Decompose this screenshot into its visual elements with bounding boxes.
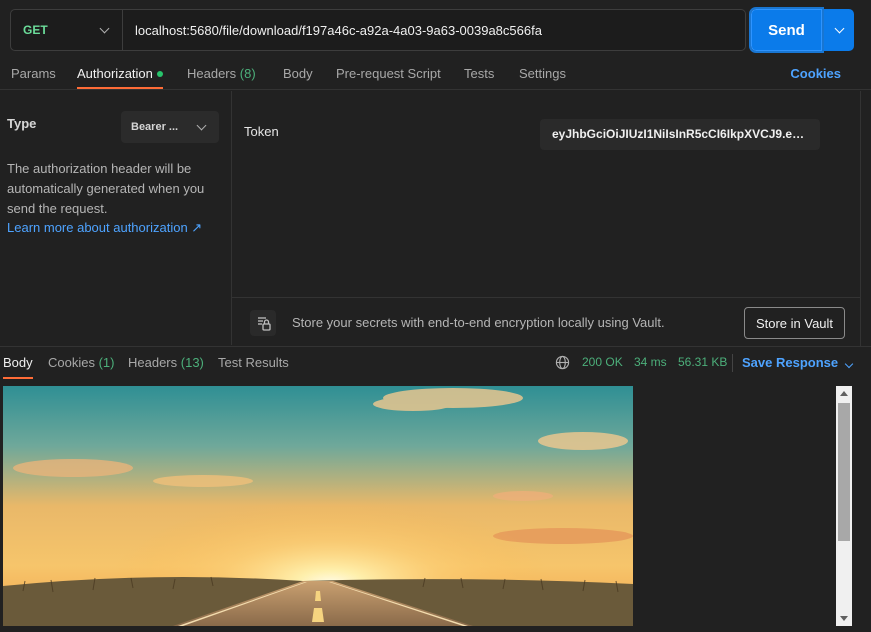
request-tabs: Params Authorization Headers (8) Body Pr… <box>0 58 871 90</box>
chevron-down-icon <box>196 120 207 130</box>
tab-response-headers-label: Headers <box>128 355 178 370</box>
response-tabs: Body Cookies (1) Headers (13) Test Resul… <box>0 346 871 379</box>
vault-banner: Store your secrets with end-to-end encry… <box>232 297 860 346</box>
chevron-down-icon <box>844 359 854 369</box>
cookies-count: (1) <box>98 355 115 370</box>
send-options-button[interactable] <box>824 9 854 51</box>
response-headers-count: (13) <box>180 355 204 370</box>
type-label: Type <box>7 116 37 131</box>
send-group: Send <box>749 7 854 53</box>
divider <box>732 354 733 372</box>
tab-response-body[interactable]: Body <box>3 355 33 370</box>
save-response-label: Save Response <box>742 355 839 370</box>
tab-settings[interactable]: Settings <box>519 66 566 81</box>
scroll-up-icon[interactable] <box>840 391 848 396</box>
token-input[interactable]: eyJhbGciOiJIUzI1NiIsInR5cCI6IkpXVCJ9.eyJ… <box>540 119 820 150</box>
method-label: GET <box>23 23 48 37</box>
tab-authorization-label: Authorization <box>77 66 153 81</box>
auth-type-select[interactable]: Bearer ... <box>121 111 219 143</box>
headers-count: (8) <box>239 66 256 81</box>
response-time[interactable]: 34 ms <box>634 355 667 369</box>
auth-type-pane: Type Bearer ... The authorization header… <box>0 91 232 345</box>
tab-test-results[interactable]: Test Results <box>218 355 289 370</box>
store-in-vault-button[interactable]: Store in Vault <box>744 307 845 339</box>
chevron-down-icon <box>99 23 110 33</box>
tab-authorization[interactable]: Authorization <box>77 66 163 81</box>
tab-pre-request-script[interactable]: Pre-request Script <box>336 66 441 81</box>
vault-message: Store your secrets with end-to-end encry… <box>292 315 665 330</box>
tab-tests[interactable]: Tests <box>464 66 494 81</box>
auth-description: The authorization header will be automat… <box>7 161 205 216</box>
active-response-tab-indicator <box>3 377 33 379</box>
sunset-road-image <box>3 386 633 626</box>
request-url-bar: GET <box>10 9 746 51</box>
learn-more-link[interactable]: Learn more about authorization ↗ <box>7 220 202 236</box>
scroll-thumb[interactable] <box>838 403 850 541</box>
vault-icon <box>250 310 276 336</box>
tab-headers-label: Headers <box>187 66 237 81</box>
active-dot-icon <box>156 70 163 77</box>
tab-body[interactable]: Body <box>283 66 313 81</box>
method-select[interactable]: GET <box>11 10 123 50</box>
scroll-down-icon[interactable] <box>840 616 848 621</box>
save-response-button[interactable]: Save Response <box>742 355 854 370</box>
pane-divider <box>860 91 861 346</box>
preview-scrollbar[interactable] <box>836 386 852 626</box>
tab-response-cookies[interactable]: Cookies (1) <box>48 355 114 370</box>
send-button[interactable]: Send <box>749 7 824 53</box>
globe-icon[interactable] <box>555 355 570 370</box>
status-code[interactable]: 200 OK <box>582 355 623 369</box>
url-input[interactable] <box>123 22 745 38</box>
token-label: Token <box>244 124 279 139</box>
active-tab-indicator <box>77 87 163 89</box>
tab-response-cookies-label: Cookies <box>48 355 95 370</box>
chevron-down-icon <box>834 23 844 33</box>
tab-headers[interactable]: Headers (8) <box>187 66 256 81</box>
tab-response-headers[interactable]: Headers (13) <box>128 355 204 370</box>
response-image-preview <box>3 386 633 626</box>
response-size[interactable]: 56.31 KB <box>678 355 727 369</box>
tab-params[interactable]: Params <box>11 66 56 81</box>
cookies-link[interactable]: Cookies <box>790 66 841 81</box>
auth-type-value: Bearer ... <box>131 121 179 133</box>
